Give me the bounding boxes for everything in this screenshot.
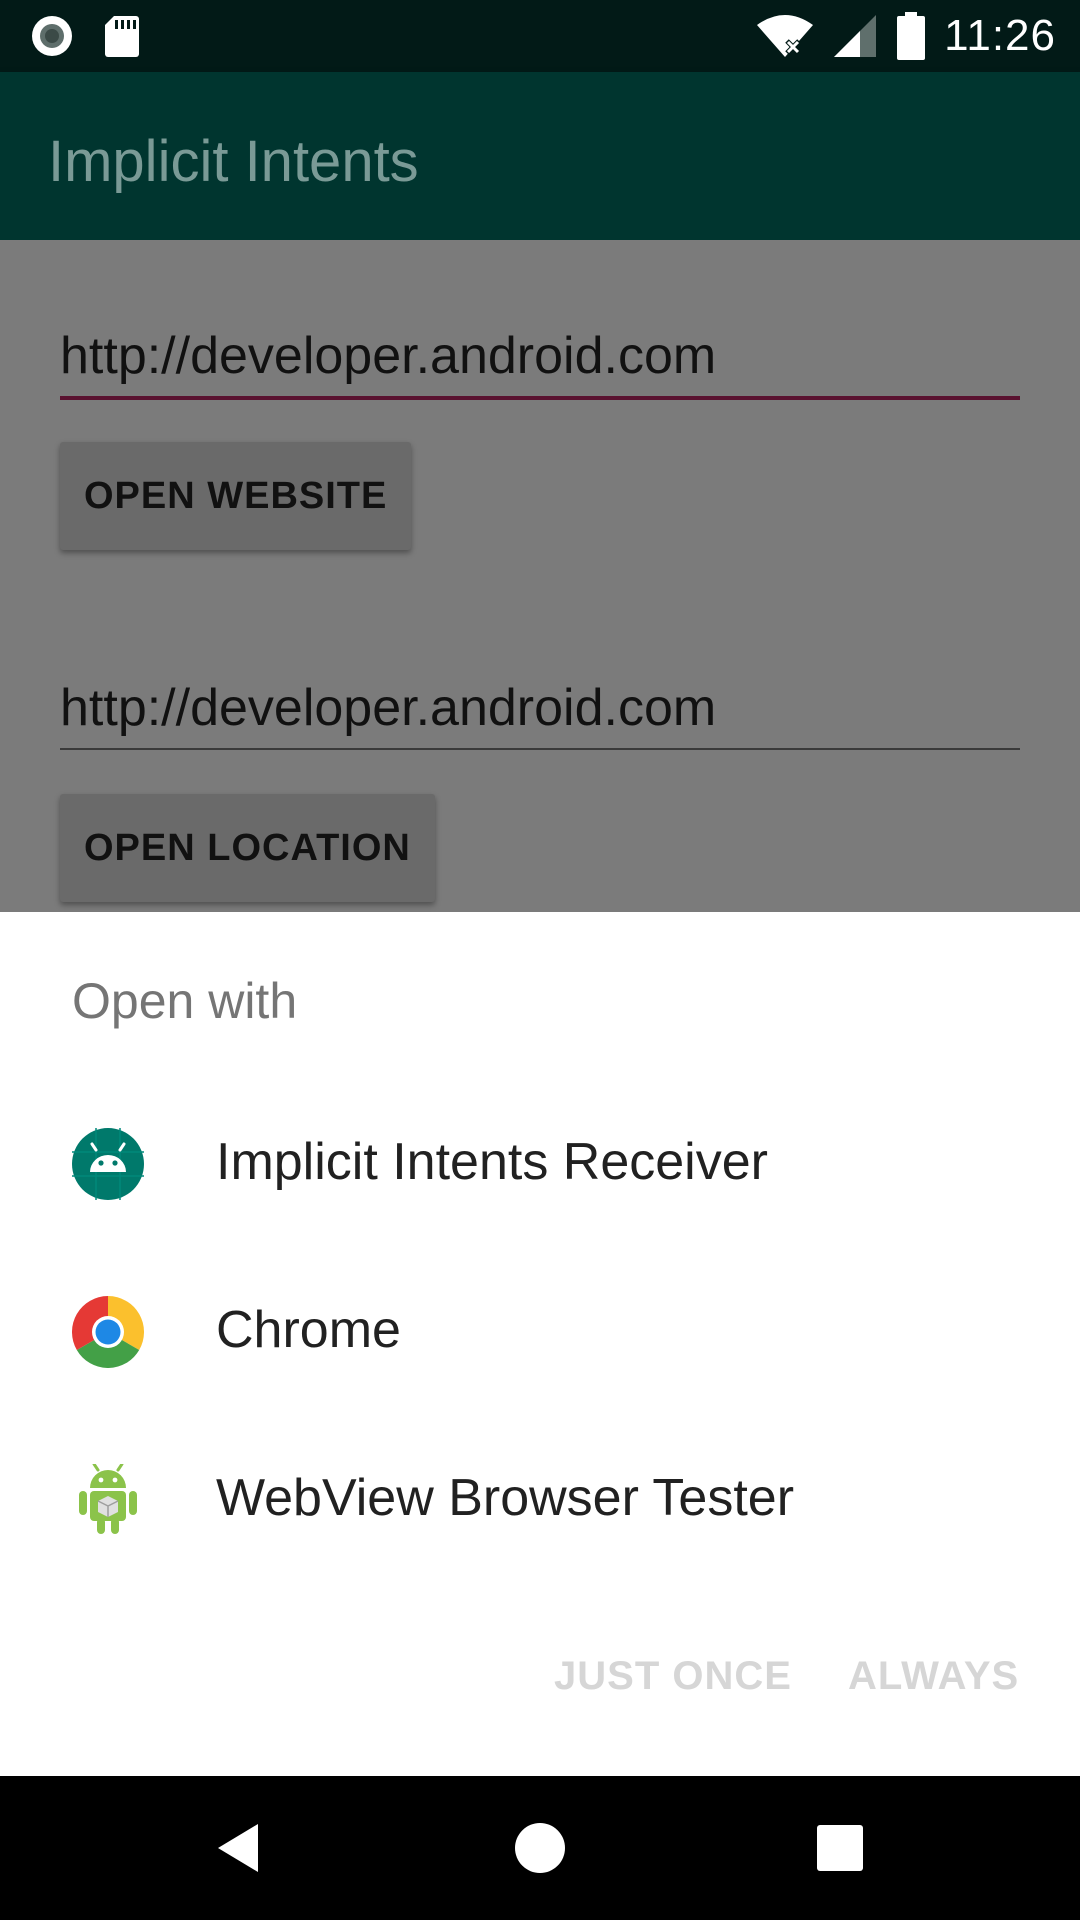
app-bar: Implicit Intents (0, 72, 1080, 240)
app-option-label: WebView Browser Tester (216, 1469, 795, 1527)
app-option-chrome[interactable]: Chrome (0, 1248, 1080, 1416)
status-bar: 11:26 (0, 0, 1080, 72)
signal-icon (834, 15, 877, 57)
just-once-button[interactable]: JUST ONCE (554, 1654, 792, 1699)
status-left-icons (30, 14, 140, 58)
battery-icon (897, 12, 926, 60)
status-time: 11:26 (944, 11, 1056, 60)
app-option-implicit-intents-receiver[interactable]: Implicit Intents Receiver (0, 1080, 1080, 1248)
website-input-underline (60, 396, 1020, 400)
home-icon[interactable] (510, 1818, 570, 1878)
app-title: Implicit Intents (48, 129, 419, 194)
open-location-button[interactable]: OPEN LOCATION (60, 794, 435, 902)
app-option-label: Chrome (216, 1301, 401, 1359)
status-right-icons: 11:26 (756, 10, 1056, 62)
sd-card-icon (105, 16, 139, 57)
main-content: OPEN WEBSITE OPEN LOCATION (0, 240, 1080, 912)
website-url-input[interactable] (60, 320, 1020, 392)
wifi-icon (757, 15, 814, 57)
android-app-icon (72, 1128, 144, 1200)
app-option-webview-browser-tester[interactable]: WebView Browser Tester (0, 1416, 1080, 1584)
back-icon[interactable] (212, 1818, 272, 1878)
android-robot-icon (79, 1464, 137, 1534)
recents-icon[interactable] (810, 1818, 870, 1878)
app-option-label: Implicit Intents Receiver (216, 1133, 768, 1191)
open-with-sheet: Open with Implicit Intents Receiver Chro… (0, 912, 1080, 1776)
screen: 11:26 Implicit Intents OPEN WEBSITE OPEN… (0, 0, 1080, 1920)
chrome-icon (72, 1296, 144, 1368)
location-input-underline (60, 748, 1020, 750)
record-icon (32, 16, 72, 56)
open-website-button[interactable]: OPEN WEBSITE (60, 442, 412, 550)
always-button[interactable]: ALWAYS (848, 1654, 1019, 1699)
navigation-bar (0, 1776, 1080, 1920)
sheet-title: Open with (72, 973, 298, 1029)
location-input[interactable] (60, 672, 1020, 744)
